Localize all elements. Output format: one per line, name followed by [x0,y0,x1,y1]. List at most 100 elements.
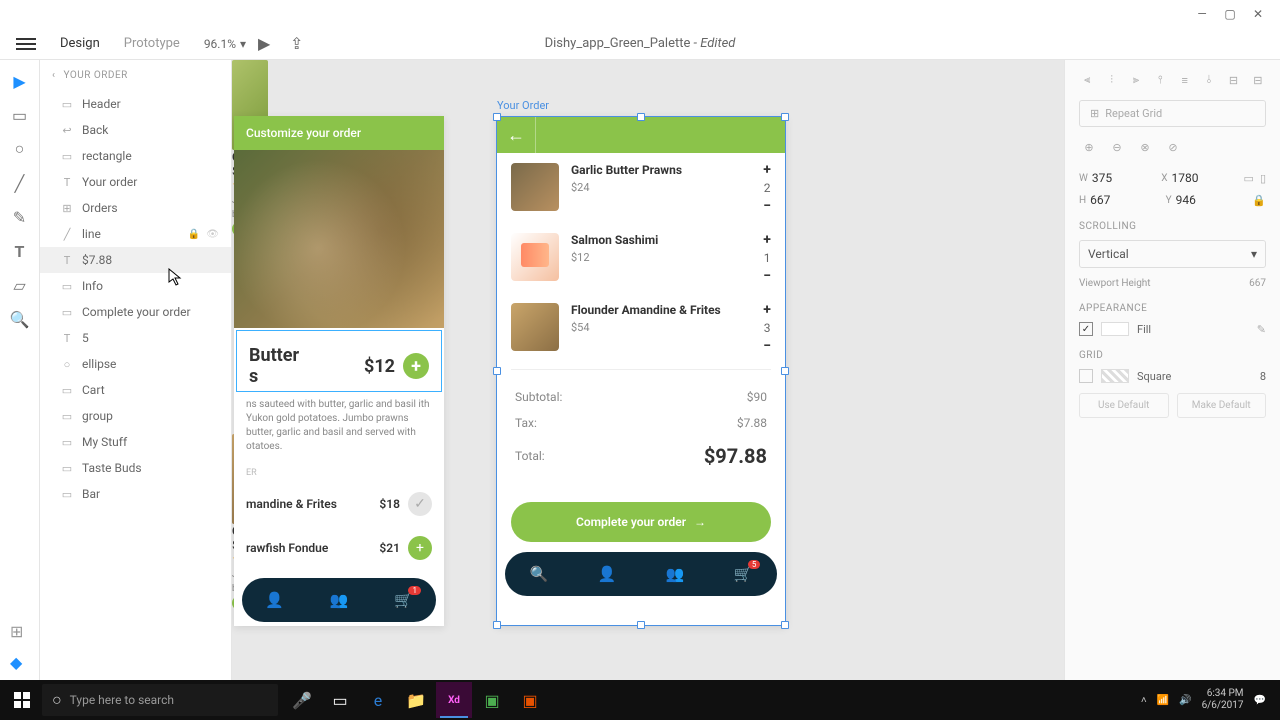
edge-icon[interactable]: e [360,682,396,718]
zoom-tool-icon[interactable]: 🔍 [11,310,29,328]
design-tab[interactable]: Design [60,36,100,51]
layer-item[interactable]: T5 [40,325,231,351]
flip-v-icon[interactable]: ▯ [1260,172,1266,185]
visibility-icon[interactable]: 👁 [206,229,219,240]
height-input[interactable] [1090,193,1140,207]
notifications-icon[interactable]: 💬 [1254,695,1266,706]
maximize-button[interactable]: ▢ [1216,0,1244,28]
nav-user-icon[interactable]: 👤 [265,591,284,609]
layers-icon[interactable]: ◆ [10,653,23,672]
boolean-subtract-icon[interactable]: ⊖ [1107,137,1127,157]
prototype-tab[interactable]: Prototype [124,36,180,51]
selection-handle[interactable] [493,621,501,629]
selection-handle[interactable] [493,367,501,375]
add-button[interactable]: + [403,353,429,379]
layer-item[interactable]: ╱line🔒👁 [40,221,231,247]
minimize-button[interactable]: — [1188,0,1216,28]
align-hcenter-icon[interactable]: ⫶ [1103,70,1119,90]
taskview-icon[interactable]: ▭ [322,682,358,718]
hamburger-menu-icon[interactable] [16,34,36,54]
complete-order-button[interactable]: Complete your order→ [511,502,771,542]
layer-item[interactable]: TYour order [40,169,231,195]
fill-checkbox[interactable]: ✓ [1079,322,1093,336]
layer-item[interactable]: ▭Cart [40,377,231,403]
flip-h-icon[interactable]: ▭ [1244,172,1254,185]
mic-icon[interactable]: 🎤 [284,682,320,718]
qty-minus[interactable]: − [763,269,771,283]
grid-swatch[interactable] [1101,369,1129,383]
repeat-grid-button[interactable]: ⊞Repeat Grid [1079,100,1266,127]
layer-item[interactable]: ⊞Orders [40,195,231,221]
align-left-icon[interactable]: ⫷ [1079,70,1095,90]
volume-icon[interactable]: 🔊 [1179,695,1191,706]
play-icon[interactable]: ▶ [258,34,278,54]
boolean-intersect-icon[interactable]: ⊗ [1135,137,1155,157]
qty-plus[interactable]: + [763,163,771,177]
back-arrow-icon[interactable]: ← [507,125,525,146]
selection-handle[interactable] [781,367,789,375]
selection-handle[interactable] [781,113,789,121]
artboard-label[interactable]: Your Order [497,99,549,112]
xd-icon[interactable]: Xd [436,682,472,718]
back-chevron-icon[interactable]: ‹ [52,70,56,81]
layer-item[interactable]: ↩Back [40,117,231,143]
select-tool-icon[interactable]: ▶ [11,72,29,90]
add-icon[interactable]: + [408,536,432,560]
line-tool-icon[interactable]: ╱ [11,174,29,192]
explorer-icon[interactable]: 📁 [398,682,434,718]
selection-handle[interactable] [493,113,501,121]
qty-minus[interactable]: − [763,339,771,353]
taskbar-search[interactable]: ○ Type here to search [42,684,278,716]
selection-handle[interactable] [637,113,645,121]
nav-group-icon[interactable]: 👥 [330,591,349,609]
clock[interactable]: 6:34 PM6/6/2017 [1202,688,1244,712]
app-icon[interactable]: ▣ [474,682,510,718]
nav-search-icon[interactable]: 🔍 [530,565,549,583]
artboard-your-order[interactable]: Your Order ← Garlic Butter Prawns$24 +2−… [496,116,786,626]
artboard-customize[interactable]: Customize your order Butters $12 + ns sa… [234,116,444,626]
tray-chevron-icon[interactable]: ˄ [1141,695,1147,706]
artboard-tool-icon[interactable]: ▱ [11,276,29,294]
lock-icon[interactable]: 🔒 [188,229,200,240]
layer-item[interactable]: ▭Header [40,91,231,117]
x-input[interactable] [1172,171,1222,185]
distribute-v-icon[interactable]: ⊟ [1250,70,1266,90]
nav-cart-icon[interactable]: 🛒1 [394,591,413,609]
qty-minus[interactable]: − [763,199,771,213]
fill-swatch[interactable] [1101,322,1129,336]
align-right-icon[interactable]: ⫸ [1128,70,1144,90]
layer-item[interactable]: ▭Bar [40,481,231,507]
selection-handle[interactable] [637,621,645,629]
text-tool-icon[interactable]: T [11,242,29,260]
start-button[interactable] [4,682,40,718]
qty-plus[interactable]: + [763,233,771,247]
pen-tool-icon[interactable]: ✎ [11,208,29,226]
make-default-button[interactable]: Make Default [1177,393,1267,418]
align-vcenter-icon[interactable]: ≡ [1177,70,1193,90]
use-default-button[interactable]: Use Default [1079,393,1169,418]
layer-item[interactable]: ○ellipse [40,351,231,377]
lock-aspect-icon[interactable]: 🔒 [1252,194,1266,207]
width-input[interactable] [1092,171,1142,185]
layer-item[interactable]: ▭Info [40,273,231,299]
distribute-h-icon[interactable]: ⊟ [1225,70,1241,90]
layer-item[interactable]: ▭My Stuff [40,429,231,455]
grid-checkbox[interactable] [1079,369,1093,383]
order-row[interactable]: rawfish Fondue $21 + [234,526,444,570]
qty-plus[interactable]: + [763,303,771,317]
align-bottom-icon[interactable]: ⫰ [1201,70,1217,90]
boolean-add-icon[interactable]: ⊕ [1079,137,1099,157]
zoom-dropdown[interactable]: 96.1%▾ [204,37,246,51]
layer-item[interactable]: ▭group [40,403,231,429]
scrolling-select[interactable]: Vertical▾ [1079,240,1266,268]
selection-handle[interactable] [781,621,789,629]
layer-item[interactable]: ▭Complete your order [40,299,231,325]
canvas[interactable]: Customize your order Butters $12 + ns sa… [232,60,1064,680]
share-icon[interactable]: ⇪ [290,34,310,54]
order-row[interactable]: mandine & Frites $18 ✓ [234,482,444,526]
nav-user-icon[interactable]: 👤 [598,565,617,583]
layer-item[interactable]: ▭rectangle [40,143,231,169]
layer-item[interactable]: ▭Taste Buds [40,455,231,481]
nav-cart-icon[interactable]: 🛒5 [734,565,753,583]
rectangle-tool-icon[interactable]: ▭ [11,106,29,124]
